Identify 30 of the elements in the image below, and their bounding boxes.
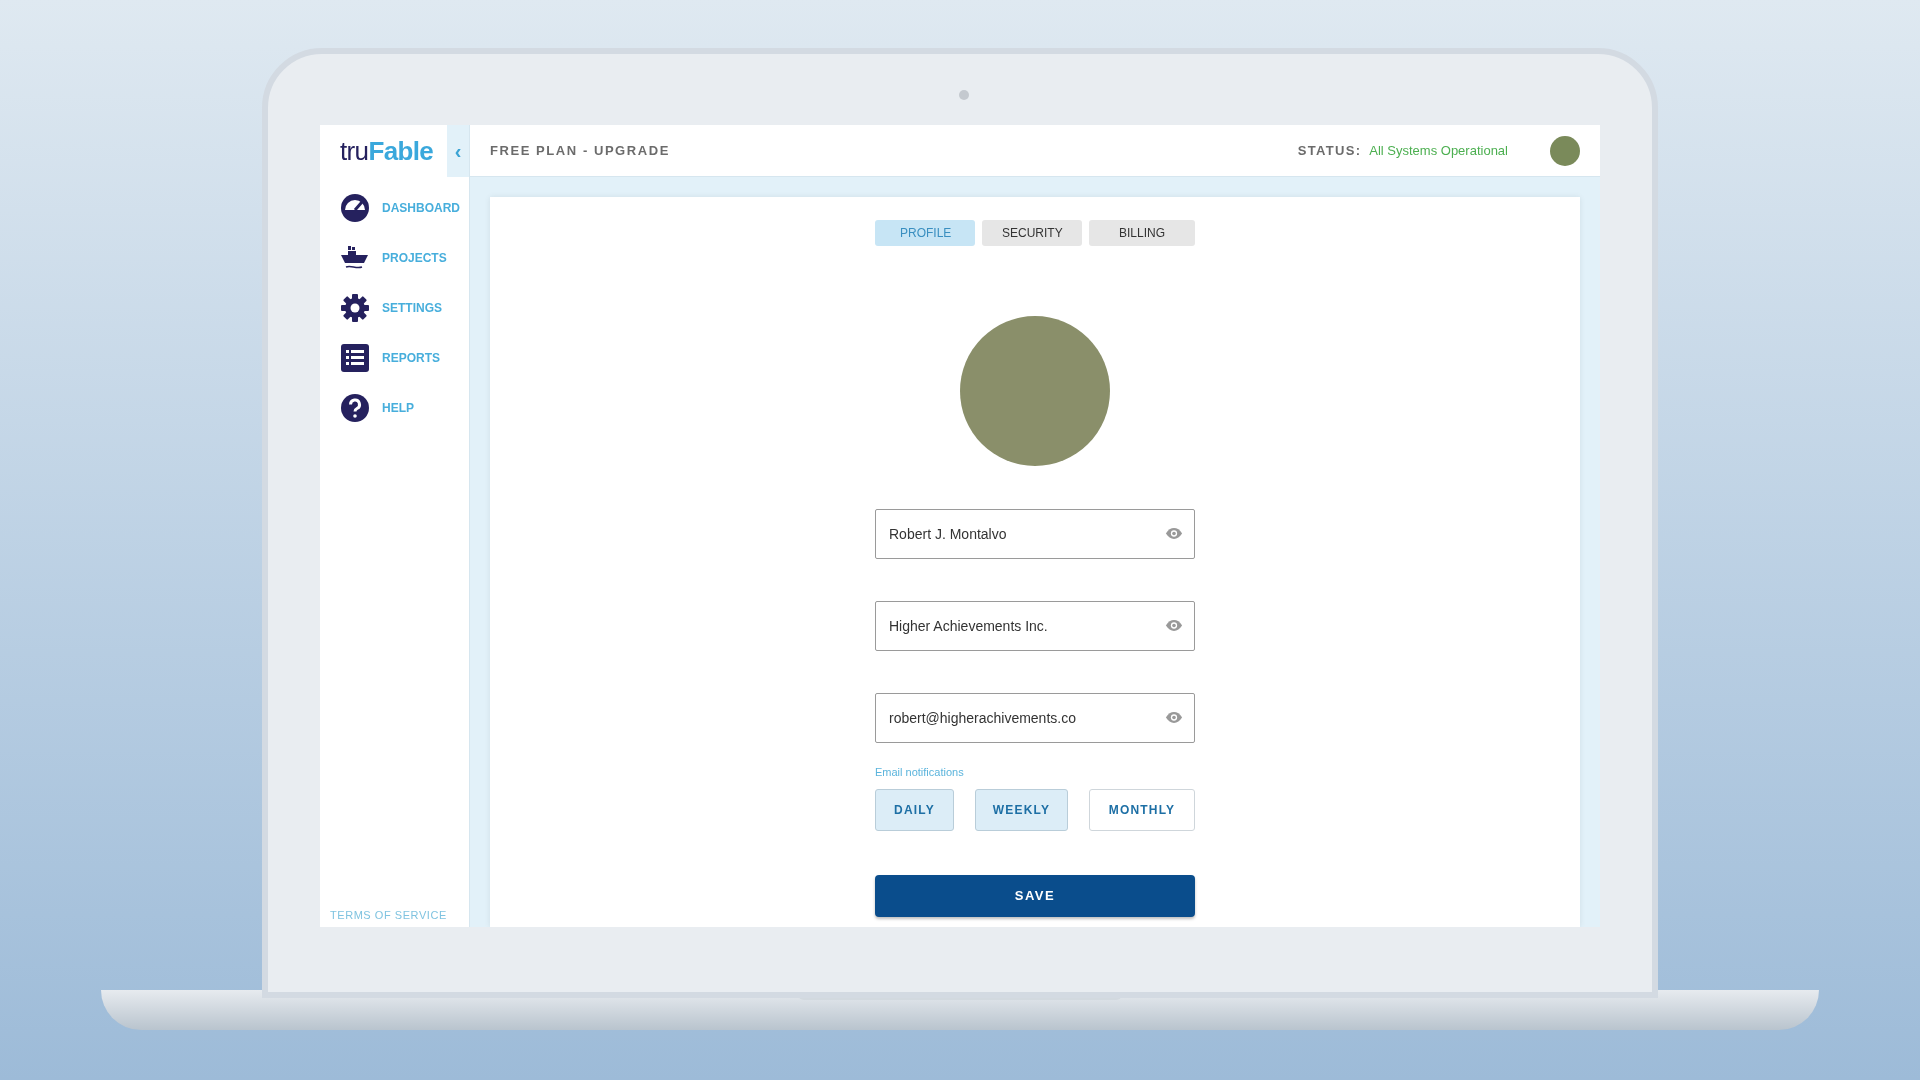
status-label: STATUS: xyxy=(1297,141,1362,160)
tab[interactable]: PROFILE xyxy=(875,220,975,246)
frequency-option[interactable]: DAILY xyxy=(875,789,954,831)
input-field[interactable]: robert@higherachivements.co xyxy=(875,693,1195,743)
tab[interactable]: SECURITY xyxy=(982,220,1082,246)
sidebar-item[interactable]: HELP xyxy=(340,393,469,423)
tab[interactable]: BILLING xyxy=(1089,220,1195,246)
input-field[interactable]: Higher Achievements Inc. xyxy=(875,601,1195,651)
frequency-option[interactable]: MONTHLY xyxy=(1089,789,1195,831)
gauge-icon xyxy=(340,193,370,223)
sidebar-item[interactable]: REPORTS xyxy=(340,343,469,373)
upgrade-link[interactable]: FREE PLAN - UPGRADE xyxy=(490,140,670,161)
sidebar-item[interactable]: SETTINGS xyxy=(340,293,469,323)
avatar[interactable] xyxy=(1550,135,1580,166)
eye-icon[interactable] xyxy=(1165,619,1183,632)
settings-icon xyxy=(340,293,370,323)
eye-icon[interactable] xyxy=(1165,711,1183,724)
sidebar-item[interactable]: DASHBOARD xyxy=(340,193,469,223)
eye-icon[interactable] xyxy=(1165,527,1183,540)
collapse-button[interactable]: ‹ xyxy=(447,125,469,177)
list-icon xyxy=(340,343,370,373)
camera-icon xyxy=(959,90,969,100)
logo: truFable xyxy=(340,134,434,168)
frequency-option[interactable]: WEEKLY xyxy=(975,789,1068,831)
status-text: All Systems Operational xyxy=(1369,141,1508,160)
help-icon xyxy=(340,393,370,423)
save-button[interactable]: SAVE xyxy=(875,875,1195,917)
email-notifications-label: Email notifications xyxy=(875,766,964,778)
input-field[interactable]: Robert J. Montalvo xyxy=(875,509,1195,559)
sidebar-item[interactable]: PROJECTS xyxy=(340,243,469,273)
